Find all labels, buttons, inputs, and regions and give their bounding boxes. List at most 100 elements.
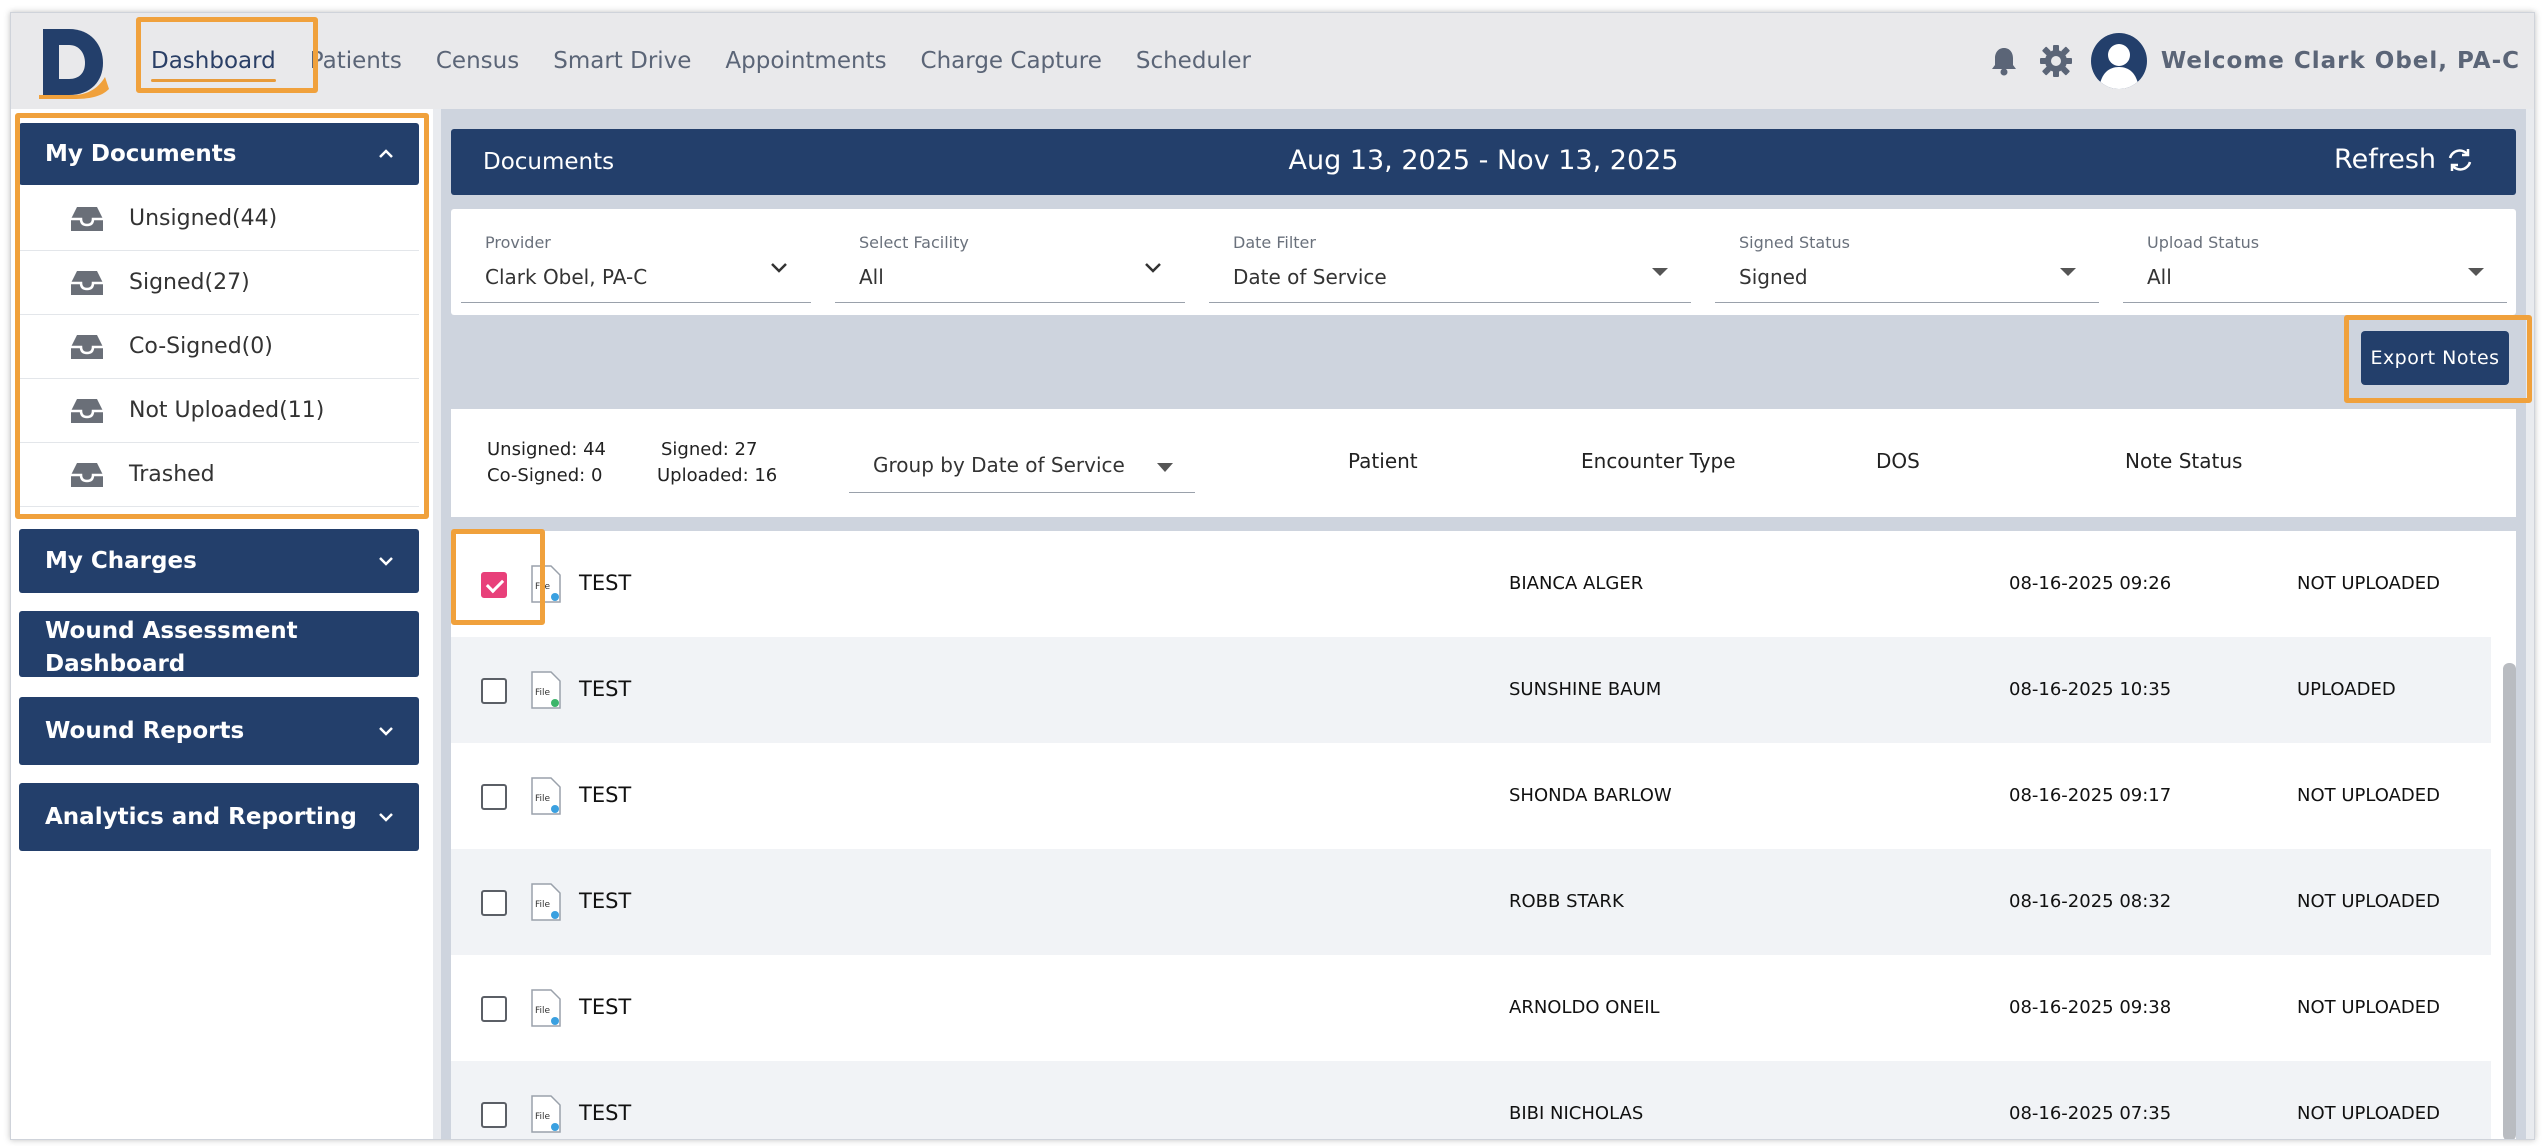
date-of-service: 08-16-2025 09:38 (2009, 997, 2172, 1018)
group-by-select[interactable]: Group by Date of Service (849, 437, 1195, 493)
date-of-service: 08-16-2025 09:17 (2009, 785, 2172, 806)
note-status: NOT UPLOADED (2297, 785, 2441, 806)
patient-name: BIANCA ALGER (1509, 573, 1644, 594)
row-checkbox[interactable] (481, 572, 507, 598)
summary-bar: Unsigned: 44 Signed: 27 Co-Signed: 0 Upl… (451, 409, 2516, 517)
column-header-note-status[interactable]: Note Status (2125, 449, 2242, 473)
date-of-service: 08-16-2025 07:35 (2009, 1103, 2172, 1124)
top-nav-bar: Dashboard Patients Census Smart Drive Ap… (11, 13, 2534, 109)
caret-down-icon (1652, 268, 1668, 276)
note-name: TEST (579, 995, 632, 1019)
row-checkbox[interactable] (481, 1102, 507, 1128)
file-icon: File (531, 883, 561, 921)
group-by-value: Group by Date of Service (873, 453, 1125, 477)
column-header-dos[interactable]: DOS (1876, 449, 1920, 473)
wound-reports-header[interactable]: Wound Reports (19, 697, 419, 765)
welcome-text: Welcome Clark Obel, PA-C (2160, 48, 2520, 74)
sidebar-item-label: Not Uploaded(11) (129, 398, 325, 423)
column-header-patient[interactable]: Patient (1348, 449, 1418, 473)
sidebar-item-label: Signed(27) (129, 270, 250, 295)
sidebar-item-not-uploaded[interactable]: Not Uploaded(11) (19, 379, 419, 443)
tray-icon (71, 462, 103, 487)
nav-dashboard[interactable]: Dashboard (151, 48, 276, 82)
row-checkbox[interactable] (481, 784, 507, 810)
patient-name: SHONDA BARLOW (1509, 785, 1672, 806)
bell-icon[interactable] (1987, 44, 2021, 78)
analytics-reporting-header[interactable]: Analytics and Reporting (19, 783, 419, 851)
export-notes-button[interactable]: Export Notes (2361, 331, 2509, 385)
nav-census[interactable]: Census (436, 48, 519, 74)
sidebar-item-unsigned[interactable]: Unsigned(44) (19, 187, 419, 251)
upload-status-select[interactable]: Upload Status All (2123, 221, 2507, 303)
upload-status-label: Upload Status (2147, 233, 2260, 252)
date-filter-select[interactable]: Date Filter Date of Service (1209, 221, 1691, 303)
note-status: UPLOADED (2297, 679, 2396, 700)
facility-label: Select Facility (859, 233, 969, 252)
facility-select[interactable]: Select Facility All (835, 221, 1185, 303)
sidebar-item-co-signed[interactable]: Co-Signed(0) (19, 315, 419, 379)
file-icon: File (531, 671, 561, 709)
sidebar-item-signed[interactable]: Signed(27) (19, 251, 419, 315)
wound-reports-label: Wound Reports (45, 718, 245, 744)
logo-icon[interactable] (33, 23, 113, 99)
row-checkbox[interactable] (481, 890, 507, 916)
table-row[interactable]: File TEST SUNSHINE BAUM 08-16-2025 10:35… (451, 637, 2491, 743)
table-row[interactable]: File TEST ROBB STARK 08-16-2025 08:32 NO… (451, 849, 2491, 955)
avatar-icon[interactable] (2090, 33, 2147, 89)
sidebar-item-label: Unsigned(44) (129, 206, 278, 231)
file-icon: File (531, 989, 561, 1027)
patient-name: BIBI NICHOLAS (1509, 1103, 1644, 1124)
file-icon-text: File (535, 794, 551, 804)
wound-assessment-dashboard-link[interactable]: Wound Assessment Dashboard (19, 611, 419, 677)
tray-icon (71, 206, 103, 231)
table-row[interactable]: File TEST SHONDA BARLOW 08-16-2025 09:17… (451, 743, 2491, 849)
refresh-button[interactable]: Refresh (2334, 144, 2474, 175)
my-documents-header[interactable]: My Documents (19, 123, 419, 185)
nav-smart-drive[interactable]: Smart Drive (553, 48, 691, 74)
uploaded-count: Uploaded: 16 (657, 465, 778, 486)
refresh-icon (2448, 148, 2472, 171)
main-nav: Dashboard Patients Census Smart Drive Ap… (151, 13, 1285, 109)
table-row[interactable]: File TEST BIBI NICHOLAS 08-16-2025 07:35… (451, 1061, 2491, 1139)
file-icon-text: File (535, 900, 551, 910)
chevron-down-icon (379, 727, 393, 736)
nav-scheduler[interactable]: Scheduler (1136, 48, 1251, 74)
table-row[interactable]: File TEST ARNOLDO ONEIL 08-16-2025 09:38… (451, 955, 2491, 1061)
signed-status-select[interactable]: Signed Status Signed (1715, 221, 2099, 303)
row-checkbox[interactable] (481, 996, 507, 1022)
sidebar: My Documents Unsigned(44) Signed(27) Co-… (11, 109, 433, 1139)
provider-select[interactable]: Provider Clark Obel, PA-C (461, 221, 811, 303)
row-checkbox[interactable] (481, 678, 507, 704)
table-row[interactable]: File TEST BIANCA ALGER 08-16-2025 09:26 … (451, 531, 2491, 637)
signed-status-label: Signed Status (1739, 233, 1850, 252)
facility-value: All (859, 265, 884, 289)
upload-status-value: All (2147, 265, 2172, 289)
caret-down-icon (2468, 268, 2484, 276)
cosigned-count: Co-Signed: 0 (487, 465, 603, 486)
scrollbar-thumb[interactable] (2503, 663, 2516, 1139)
chevron-down-icon (379, 557, 393, 566)
nav-charge-capture[interactable]: Charge Capture (921, 48, 1102, 74)
tray-icon (71, 398, 103, 423)
patient-name: ARNOLDO ONEIL (1509, 997, 1660, 1018)
column-header-encounter-type[interactable]: Encounter Type (1581, 449, 1736, 473)
file-icon: File (531, 565, 561, 603)
date-filter-label: Date Filter (1233, 233, 1316, 252)
note-status: NOT UPLOADED (2297, 1103, 2441, 1124)
date-of-service: 08-16-2025 10:35 (2009, 679, 2172, 700)
date-of-service: 08-16-2025 08:32 (2009, 891, 2172, 912)
nav-appointments[interactable]: Appointments (725, 48, 886, 74)
date-range: Aug 13, 2025 - Nov 13, 2025 (1288, 145, 1679, 176)
nav-patients[interactable]: Patients (310, 48, 402, 74)
filter-bar: Provider Clark Obel, PA-C Select Facilit… (451, 209, 2516, 315)
chevron-down-icon (379, 813, 393, 822)
signed-status-value: Signed (1739, 265, 1808, 289)
file-icon: File (531, 1095, 561, 1133)
note-status: NOT UPLOADED (2297, 997, 2441, 1018)
sidebar-item-trashed[interactable]: Trashed (19, 443, 419, 507)
wound-dashboard-label-line2: Dashboard (45, 651, 186, 677)
file-icon-text: File (535, 1112, 551, 1122)
gear-icon[interactable] (2039, 44, 2073, 78)
my-charges-header[interactable]: My Charges (19, 529, 419, 593)
note-name: TEST (579, 889, 632, 913)
